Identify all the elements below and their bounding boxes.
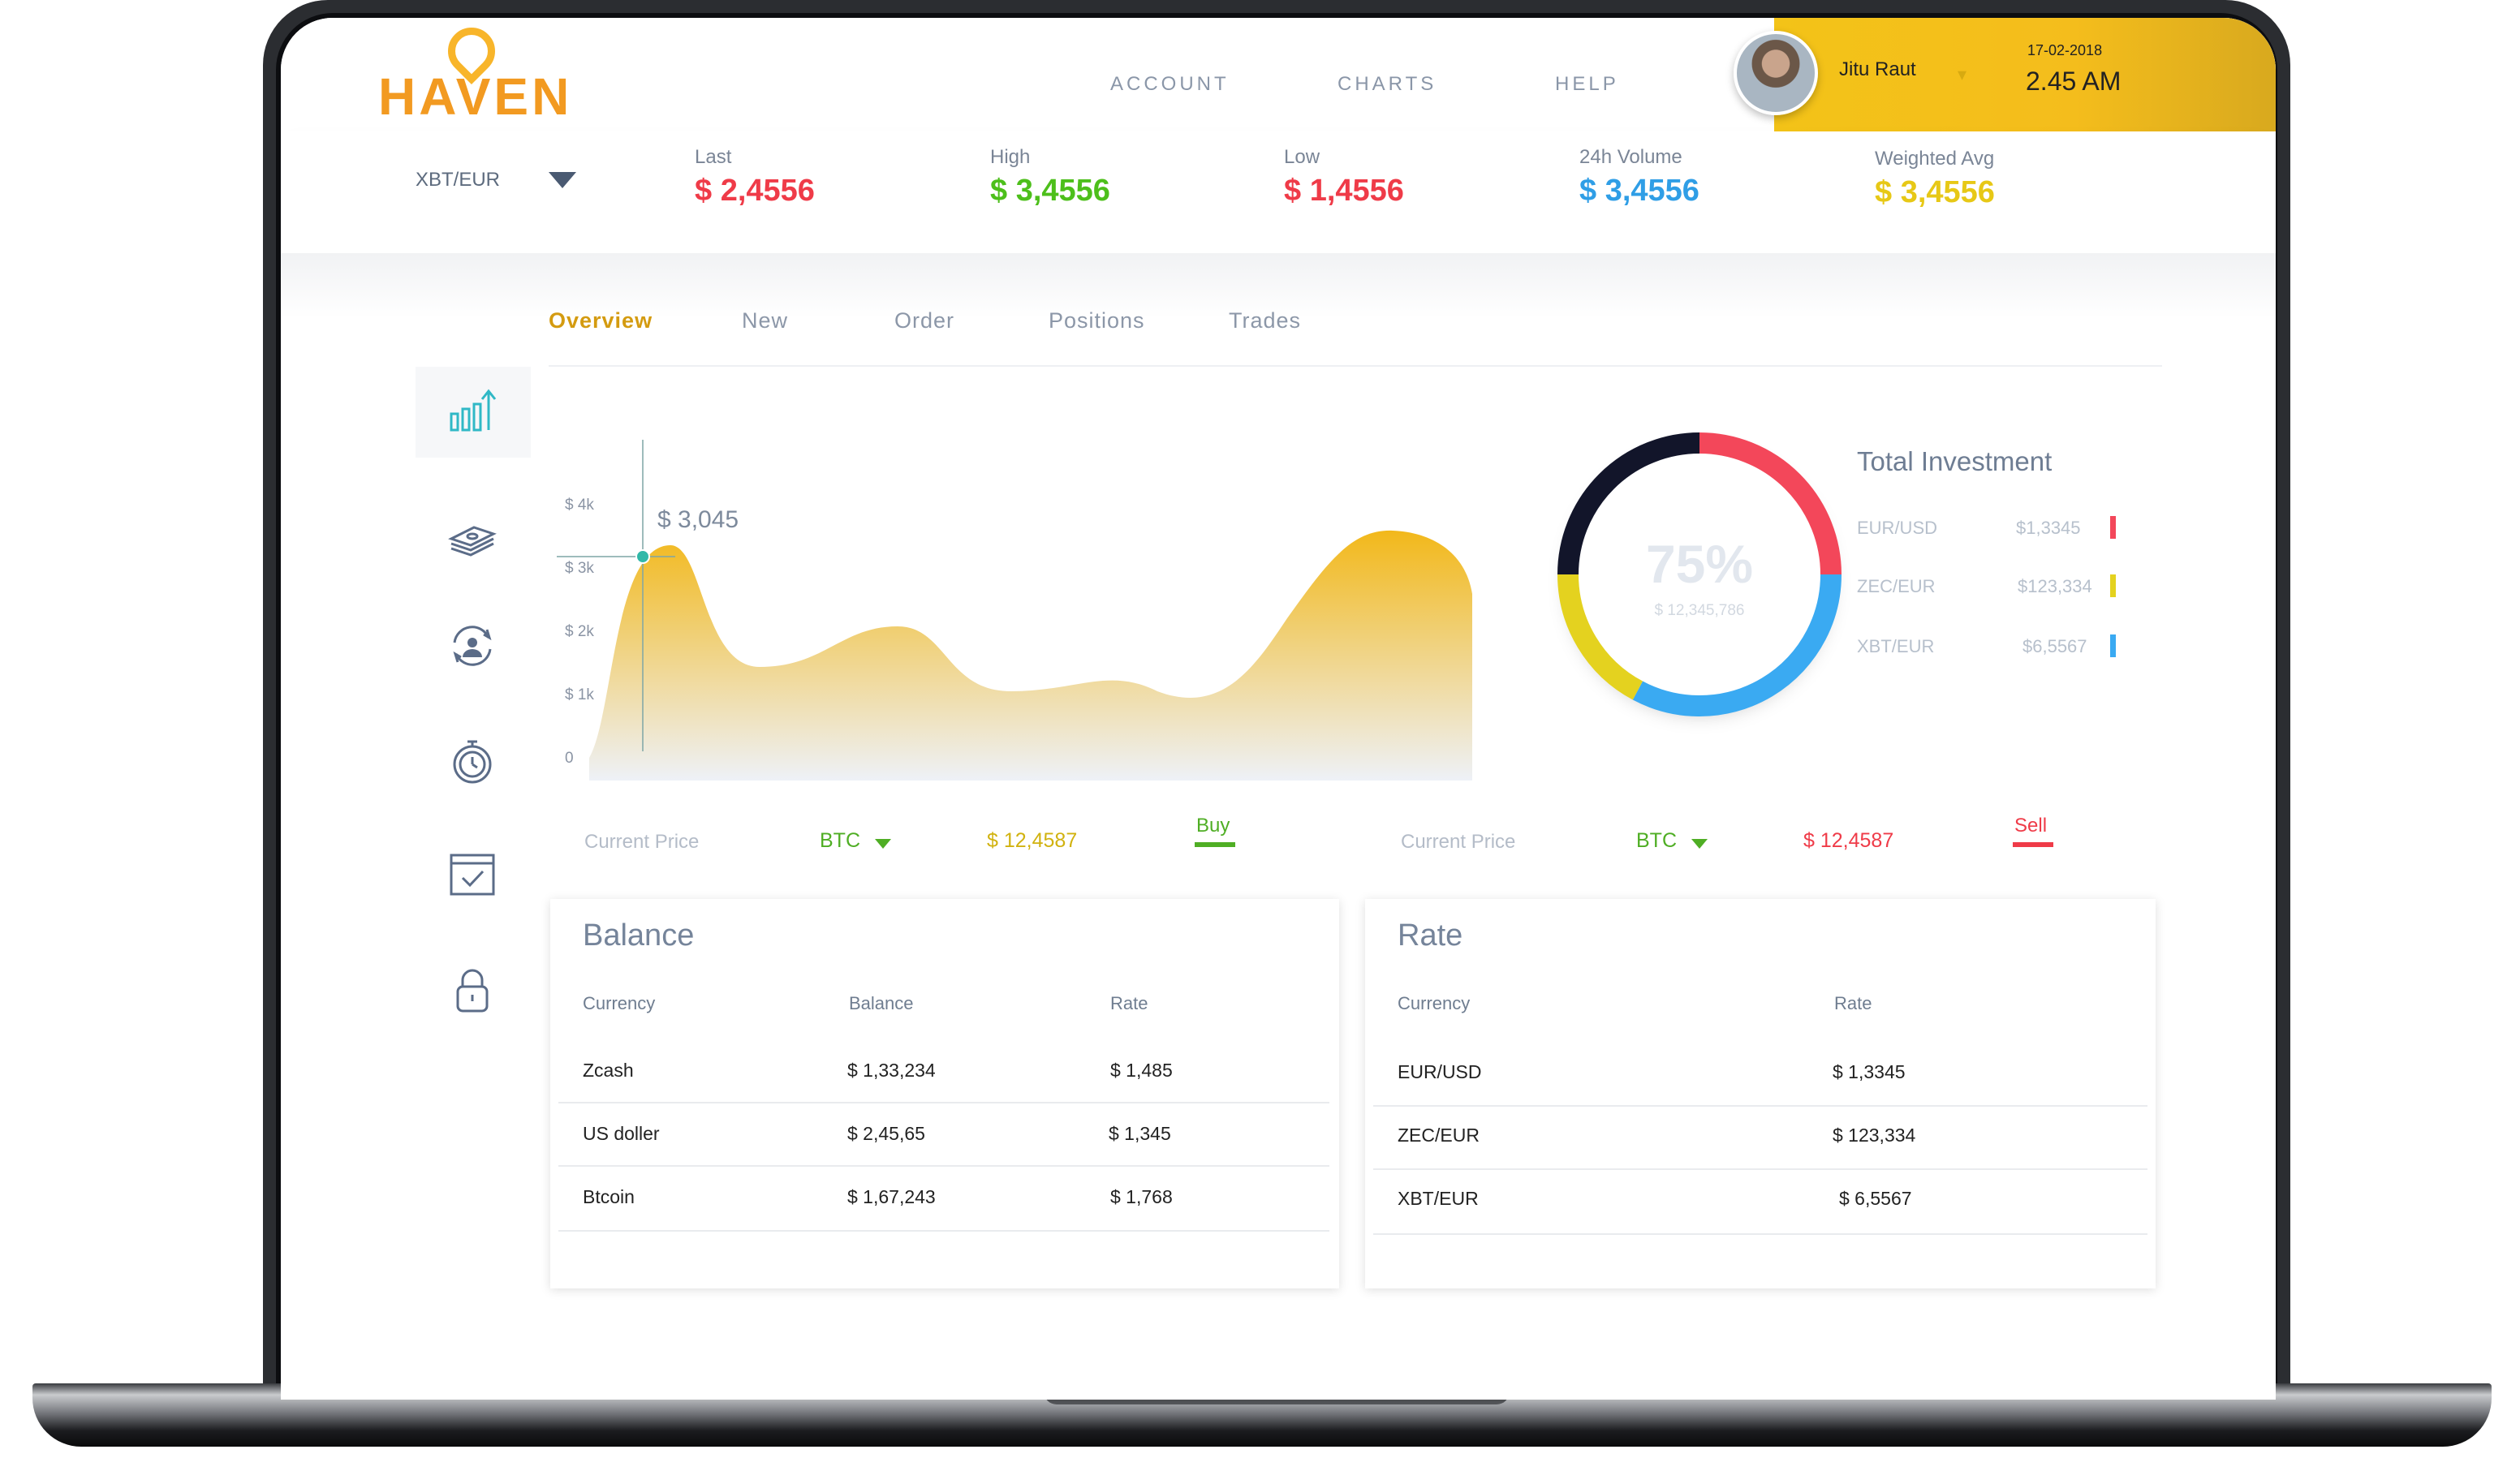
investment-title: Total Investment	[1857, 446, 2053, 476]
y-tick-label: $ 3k	[565, 560, 594, 577]
table-cell: $ 2,45,65	[847, 1123, 925, 1144]
y-tick-label: $ 1k	[565, 686, 594, 703]
row-divider	[558, 1165, 1329, 1167]
table-cell: $ 1,67,243	[847, 1186, 936, 1207]
pair-selector[interactable]: XBT/EUR	[416, 169, 500, 191]
y-tick-label: $ 4k	[565, 497, 594, 514]
investment-item-value: $6,5567	[2022, 636, 2087, 656]
stat-last-value: $ 2,4556	[695, 174, 815, 208]
sell-coin-select[interactable]: BTC	[1636, 829, 1677, 853]
tab-trades[interactable]: Trades	[1229, 308, 1301, 333]
table-cell: $ 1,345	[1109, 1123, 1171, 1144]
stat-label: Weighted Avg	[1875, 148, 1995, 170]
row-divider	[558, 1102, 1329, 1103]
column-header: Rate	[1110, 993, 1148, 1013]
balance-card: Balance Currency Balance Rate Zcash $ 1,…	[550, 899, 1339, 1288]
investment-item-value: $1,3345	[2016, 518, 2081, 538]
sell-price: $ 12,4587	[1803, 829, 1894, 852]
table-cell: $ 6,5567	[1839, 1188, 1912, 1209]
table-cell: $ 1,485	[1110, 1060, 1173, 1081]
donut-percent: 75%	[1646, 534, 1753, 594]
timer-icon[interactable]	[446, 735, 498, 787]
current-date: 17-02-2018	[2027, 42, 2103, 58]
row-divider	[1373, 1105, 2147, 1107]
row-divider	[558, 1230, 1329, 1232]
table-cell: ZEC/EUR	[1398, 1125, 1480, 1146]
balance-title: Balance	[583, 918, 695, 953]
y-tick-label: $ 2k	[565, 623, 594, 640]
caret-down-icon[interactable]	[549, 172, 576, 188]
table-cell: XBT/EUR	[1398, 1188, 1479, 1209]
app-screen: HAVEN ACCOUNT CHARTS HELP Jitu Raut ▾ 17…	[281, 18, 2276, 1400]
legend-marker	[2110, 634, 2116, 657]
stat-low-value: $ 1,4556	[1284, 174, 1404, 208]
rate-title: Rate	[1398, 918, 1463, 953]
current-price-label: Current Price	[584, 831, 700, 853]
stat-label: Low	[1284, 146, 1320, 168]
table-cell: Zcash	[583, 1060, 634, 1081]
investment-item-name: XBT/EUR	[1857, 636, 1935, 656]
stat-volume-value: $ 3,4556	[1579, 174, 1699, 208]
column-header: Balance	[849, 993, 914, 1013]
stat-label: High	[990, 146, 1031, 168]
table-cell: US doller	[583, 1123, 660, 1144]
stat-weighted-avg-value: $ 3,4556	[1875, 175, 1995, 209]
exchange-user-icon[interactable]	[446, 620, 498, 672]
row-divider	[1373, 1168, 2147, 1170]
chart-annotation: $ 3,045	[657, 506, 739, 533]
rate-card: Rate Currency Rate EUR/USD $ 1,3345 ZEC/…	[1365, 899, 2156, 1288]
row-divider	[1373, 1233, 2147, 1235]
nav-help[interactable]: HELP	[1555, 73, 1619, 96]
current-price-label: Current Price	[1401, 831, 1516, 853]
donut-amount: $ 12,345,786	[1655, 602, 1745, 619]
tab-order[interactable]: Order	[894, 308, 954, 333]
legend-marker	[2110, 574, 2116, 597]
buy-price: $ 12,4587	[987, 829, 1078, 852]
calendar-check-icon[interactable]	[446, 849, 498, 901]
sell-underline	[2013, 842, 2053, 847]
nav-charts[interactable]: CHARTS	[1338, 73, 1437, 96]
current-time: 2.45 AM	[2026, 67, 2122, 96]
column-header: Currency	[1398, 993, 1471, 1013]
investment-item-value: $123,334	[2018, 576, 2092, 596]
money-stack-icon[interactable]	[446, 510, 498, 561]
lock-icon[interactable]	[446, 964, 498, 1016]
brand-logo[interactable]: HAVEN	[378, 67, 572, 127]
table-cell: $ 1,768	[1110, 1186, 1173, 1207]
table-cell: $ 1,33,234	[847, 1060, 936, 1081]
column-header: Rate	[1834, 993, 1872, 1013]
buy-underline	[1195, 842, 1235, 847]
area-series	[589, 530, 1472, 781]
table-cell: Btcoin	[583, 1186, 635, 1207]
buy-coin-select[interactable]: BTC	[820, 829, 860, 853]
table-cell: $ 1,3345	[1833, 1061, 1906, 1082]
column-header: Currency	[583, 993, 656, 1013]
table-cell: EUR/USD	[1398, 1061, 1482, 1082]
user-name[interactable]: Jitu Raut	[1839, 58, 1916, 81]
investment-item-name: ZEC/EUR	[1857, 576, 1936, 596]
nav-account[interactable]: ACCOUNT	[1110, 73, 1230, 96]
investment-donut[interactable]: 75% $ 12,345,786	[1537, 412, 1862, 737]
tab-overview[interactable]: Overview	[549, 308, 653, 333]
caret-down-icon[interactable]	[1691, 839, 1708, 849]
avatar[interactable]	[1734, 31, 1818, 115]
sell-button[interactable]: Sell	[2014, 815, 2047, 837]
chevron-down-icon[interactable]: ▾	[1958, 65, 1966, 85]
stat-high-value: $ 3,4556	[990, 174, 1110, 208]
bar-chart-icon[interactable]	[446, 385, 498, 437]
chart-point-marker[interactable]	[635, 549, 650, 564]
stat-label: 24h Volume	[1579, 146, 1682, 168]
y-tick-label: 0	[565, 750, 574, 767]
tab-new[interactable]: New	[742, 308, 788, 333]
table-cell: $ 123,334	[1833, 1125, 1916, 1146]
tab-positions[interactable]: Positions	[1049, 308, 1145, 333]
legend-marker	[2110, 516, 2116, 539]
investment-item-name: EUR/USD	[1857, 518, 1938, 538]
caret-down-icon[interactable]	[875, 839, 891, 849]
buy-button[interactable]: Buy	[1196, 815, 1230, 837]
stat-label: Last	[695, 146, 732, 168]
tab-underline	[549, 365, 2162, 367]
